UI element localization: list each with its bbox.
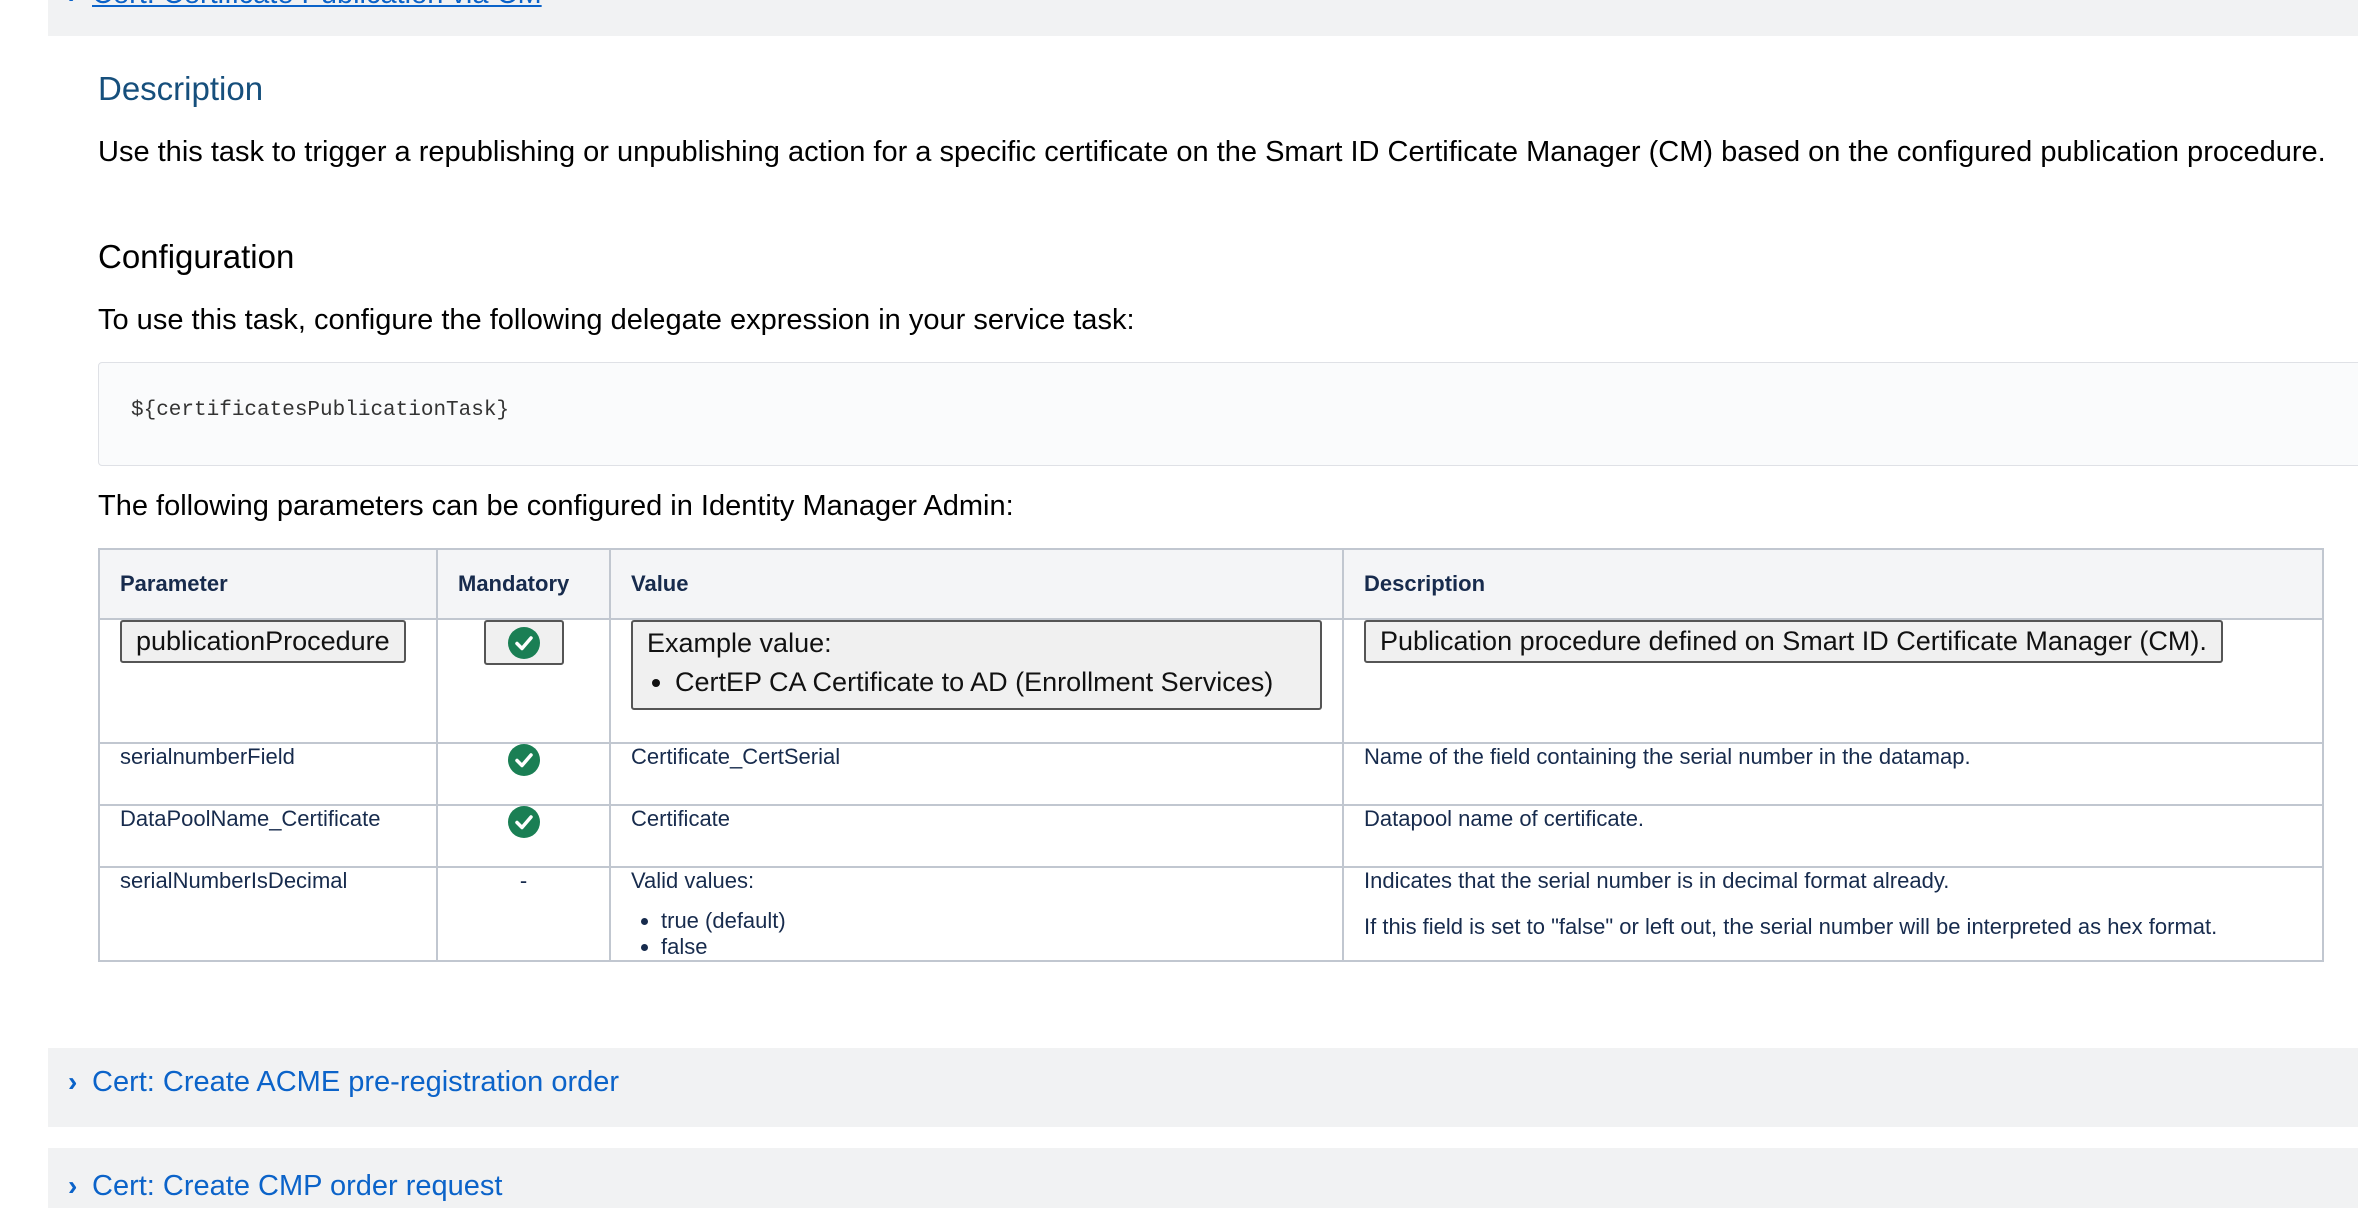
description-text: Indicates that the serial number is in d… xyxy=(1364,868,1950,893)
expand-section-certificate-publication[interactable]: › Cert: Certificate Publication via CM xyxy=(48,0,2358,36)
description-text: Publication procedure defined on Smart I… xyxy=(1364,620,2223,663)
header-mandatory: Mandatory xyxy=(436,548,611,620)
description-heading: Description xyxy=(98,70,264,107)
value-cell: Example value: CertEP CA Certificate to … xyxy=(609,618,1344,744)
mandatory-cell xyxy=(436,618,611,744)
section-link-cmp[interactable]: Cert: Create CMP order request xyxy=(92,1170,502,1203)
value-label: Example value: xyxy=(647,628,832,658)
header-value: Value xyxy=(609,548,1344,620)
header-parameter: Parameter xyxy=(98,548,438,620)
table-header-row: Parameter Mandatory Value Description xyxy=(98,548,2324,620)
delegate-expression-code: ${certificatesPublicationTask} xyxy=(131,399,510,422)
parameter-cell: DataPoolName_Certificate xyxy=(98,804,438,868)
parameters-table: Parameter Mandatory Value Description pu… xyxy=(98,548,2324,962)
expand-section-cmp[interactable]: › Cert: Create CMP order request xyxy=(48,1148,2358,1208)
chevron-right-icon: › xyxy=(68,0,77,10)
parameter-cell: serialNumberIsDecimal xyxy=(98,866,438,962)
description-cell: Publication procedure defined on Smart I… xyxy=(1342,618,2324,744)
check-circle-icon xyxy=(507,626,540,659)
mandatory-box xyxy=(483,620,564,665)
description-cell: Name of the field containing the serial … xyxy=(1342,742,2324,806)
section-link-acme[interactable]: Cert: Create ACME pre-registration order xyxy=(92,1066,619,1099)
table-row: serialnumberField Certificate_CertSerial… xyxy=(98,742,2324,806)
description-text-2: If this field is set to "false" or left … xyxy=(1364,914,2218,939)
mandatory-cell xyxy=(436,804,611,868)
mandatory-cell: - xyxy=(436,866,611,962)
header-description: Description xyxy=(1342,548,2324,620)
parameters-intro: The following parameters can be configur… xyxy=(98,490,1014,522)
description-text: Use this task to trigger a republishing … xyxy=(98,136,2326,168)
check-circle-icon xyxy=(507,806,540,838)
table-row: serialNumberIsDecimal - Valid values: tr… xyxy=(98,866,2324,962)
configuration-text: To use this task, configure the followin… xyxy=(98,304,1135,336)
value-label: Valid values: xyxy=(631,868,755,893)
table-row: publicationProcedure Example value: Cert… xyxy=(98,618,2324,744)
description-cell: Indicates that the serial number is in d… xyxy=(1342,866,2324,962)
chevron-right-icon: › xyxy=(68,1066,78,1097)
code-block: ${certificatesPublicationTask} xyxy=(98,362,2358,466)
configuration-heading: Configuration xyxy=(98,238,295,275)
parameter-cell: publicationProcedure xyxy=(98,618,438,744)
mandatory-cell xyxy=(436,742,611,806)
list-item: false xyxy=(661,934,1322,960)
example-value-box: Example value: CertEP CA Certificate to … xyxy=(631,620,1322,710)
chevron-right-icon: › xyxy=(68,1170,78,1201)
description-cell: Datapool name of certificate. xyxy=(1342,804,2324,868)
table-row: DataPoolName_Certificate Certificate Dat… xyxy=(98,804,2324,868)
list-item: CertEP CA Certificate to AD (Enrollment … xyxy=(675,667,1306,698)
parameter-cell: serialnumberField xyxy=(98,742,438,806)
value-cell: Certificate xyxy=(609,804,1344,868)
list-item: true (default) xyxy=(661,908,1322,934)
section-link-certificate-publication[interactable]: Cert: Certificate Publication via CM xyxy=(92,0,542,11)
parameter-name: publicationProcedure xyxy=(120,620,406,663)
value-cell: Certificate_CertSerial xyxy=(609,742,1344,806)
check-circle-icon xyxy=(507,744,540,776)
expand-section-acme[interactable]: › Cert: Create ACME pre-registration ord… xyxy=(48,1048,2358,1127)
value-cell: Valid values: true (default) false xyxy=(609,866,1344,962)
